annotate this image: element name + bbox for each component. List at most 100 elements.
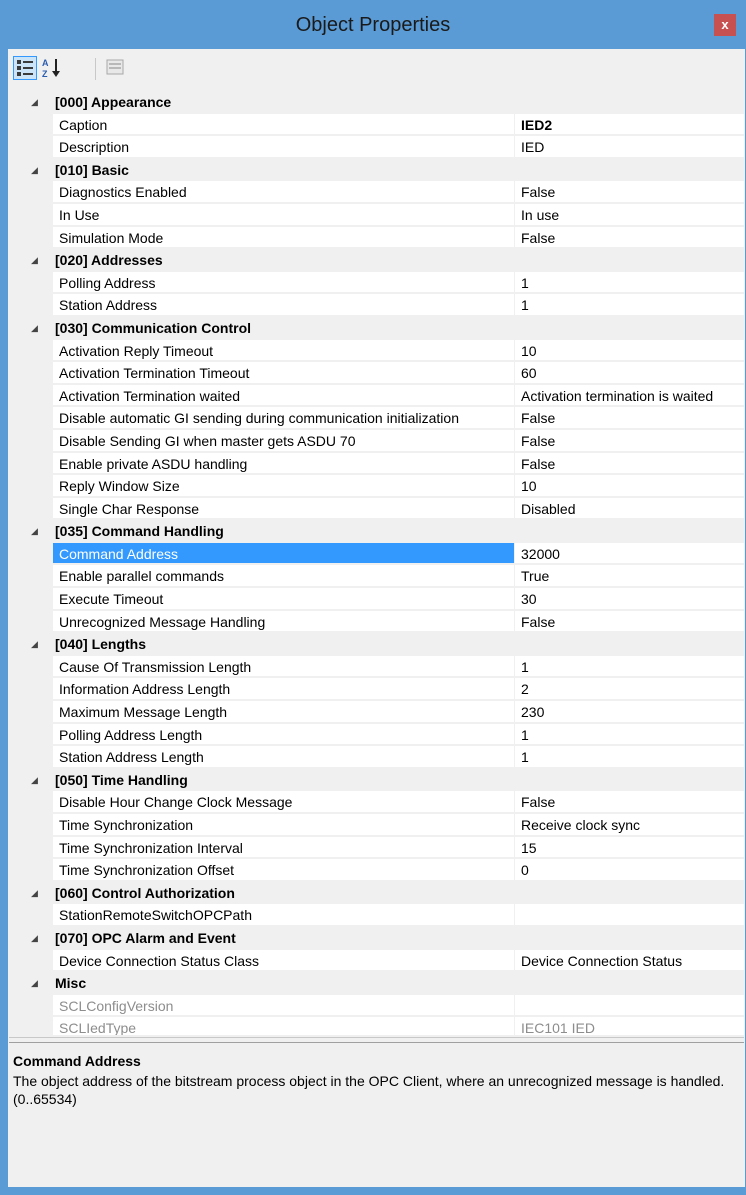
property-row[interactable]: Unrecognized Message Handling False	[9, 610, 744, 634]
property-row[interactable]: Activation Termination waited Activation …	[9, 384, 744, 408]
property-row[interactable]: Execute Timeout 30	[9, 588, 744, 611]
property-value[interactable]: In use	[515, 203, 744, 226]
property-value[interactable]: False	[515, 791, 744, 813]
property-value[interactable]: False	[515, 181, 744, 203]
collapse-triangle-icon[interactable]: ◢	[31, 769, 43, 792]
property-value[interactable]: IED	[515, 136, 744, 158]
property-value[interactable]: 1	[515, 271, 744, 294]
property-value[interactable]: IED2	[515, 113, 744, 136]
collapse-triangle-icon[interactable]: ◢	[31, 91, 43, 114]
property-name[interactable]: Disable Sending GI when master gets ASDU…	[53, 429, 514, 452]
property-value[interactable]: Device Connection Status	[515, 949, 744, 972]
property-name[interactable]: Time Synchronization Interval	[53, 836, 514, 859]
property-row[interactable]: Station Address 1	[9, 294, 744, 317]
property-row[interactable]: Enable parallel commands True	[9, 565, 744, 589]
property-row[interactable]: Time Synchronization Receive clock sync	[9, 814, 744, 837]
property-row[interactable]: Time Synchronization Interval 15	[9, 836, 744, 860]
category-row[interactable]: ◢ [010] Basic	[9, 158, 744, 182]
category-row[interactable]: ◢ [000] Appearance	[9, 91, 744, 114]
property-value[interactable]: Disabled	[515, 497, 744, 520]
category-row[interactable]: ◢ Misc	[9, 972, 744, 995]
property-value[interactable]: IEC101 IED	[515, 1017, 744, 1035]
property-row[interactable]: Diagnostics Enabled False	[9, 181, 744, 204]
property-name[interactable]: Maximum Message Length	[53, 701, 514, 723]
property-value[interactable]: 2	[515, 678, 744, 701]
property-name[interactable]: StationRemoteSwitchOPCPath	[53, 904, 514, 926]
property-row[interactable]: Description IED	[9, 136, 744, 159]
property-name[interactable]: Single Char Response	[53, 497, 514, 520]
property-value[interactable]: False	[515, 407, 744, 429]
property-name[interactable]: Activation Reply Timeout	[53, 339, 514, 362]
property-row[interactable]: Device Connection Status Class Device Con…	[9, 949, 744, 973]
category-row[interactable]: ◢ [070] OPC Alarm and Event	[9, 926, 744, 950]
property-value[interactable]	[515, 904, 744, 926]
property-row[interactable]: Simulation Mode False	[9, 226, 744, 250]
close-button[interactable]: x	[714, 14, 736, 36]
property-row[interactable]: Single Char Response Disabled	[9, 497, 744, 521]
category-row[interactable]: ◢ [020] Addresses	[9, 249, 744, 272]
property-name[interactable]: Information Address Length	[53, 678, 514, 701]
property-name[interactable]: Cause Of Transmission Length	[53, 655, 514, 678]
property-value[interactable]: Receive clock sync	[515, 814, 744, 836]
property-name[interactable]: Caption	[53, 113, 514, 136]
property-value[interactable]: 0	[515, 859, 744, 881]
property-value[interactable]: 230	[515, 701, 744, 723]
collapse-triangle-icon[interactable]: ◢	[31, 882, 43, 905]
property-row[interactable]: Disable Hour Change Clock Message False	[9, 791, 744, 814]
property-name[interactable]: Command Address	[53, 542, 514, 565]
property-value[interactable]: 10	[515, 339, 744, 362]
property-name[interactable]: SCLIedType	[53, 1017, 514, 1035]
property-name[interactable]: Diagnostics Enabled	[53, 181, 514, 203]
property-row[interactable]: Maximum Message Length 230	[9, 701, 744, 724]
property-name[interactable]: Device Connection Status Class	[53, 949, 514, 972]
collapse-triangle-icon[interactable]: ◢	[31, 520, 43, 543]
property-name[interactable]: Activation Termination Timeout	[53, 362, 514, 384]
property-name[interactable]: Reply Window Size	[53, 475, 514, 497]
property-row[interactable]: Information Address Length 2	[9, 678, 744, 702]
property-value[interactable]: 1	[515, 746, 744, 768]
property-row[interactable]: Disable Sending GI when master gets ASDU…	[9, 429, 744, 453]
property-row[interactable]: Command Address 32000	[9, 542, 744, 566]
category-row[interactable]: ◢ [050] Time Handling	[9, 768, 744, 792]
property-row[interactable]: Station Address Length 1	[9, 746, 744, 769]
property-value[interactable]: 10	[515, 475, 744, 497]
property-row[interactable]: In Use In use	[9, 203, 744, 227]
property-row[interactable]: Time Synchronization Offset 0	[9, 859, 744, 882]
property-row[interactable]: Polling Address 1	[9, 271, 744, 295]
property-value[interactable]: False	[515, 429, 744, 452]
property-value[interactable]: False	[515, 452, 744, 475]
property-name[interactable]: Execute Timeout	[53, 588, 514, 610]
property-value[interactable]: 1	[515, 294, 744, 316]
collapse-triangle-icon[interactable]: ◢	[31, 249, 43, 272]
property-row[interactable]: Reply Window Size 10	[9, 475, 744, 498]
property-name[interactable]: Simulation Mode	[53, 226, 514, 249]
property-value[interactable]: 1	[515, 655, 744, 678]
category-row[interactable]: ◢ [060] Control Authorization	[9, 881, 744, 905]
property-name[interactable]: In Use	[53, 203, 514, 226]
property-value[interactable]: 32000	[515, 542, 744, 565]
property-name[interactable]: Description	[53, 136, 514, 158]
property-name[interactable]: SCLConfigVersion	[53, 994, 514, 1017]
property-row[interactable]: SCLIedType IEC101 IED	[9, 1017, 744, 1035]
property-value[interactable]: Activation termination is waited	[515, 384, 744, 407]
property-name[interactable]: Unrecognized Message Handling	[53, 610, 514, 633]
alphabetical-sort-button[interactable]: A Z	[40, 56, 64, 80]
property-name[interactable]: Enable parallel commands	[53, 565, 514, 588]
property-row[interactable]: SCLConfigVersion	[9, 994, 744, 1018]
categorized-view-button[interactable]	[13, 56, 37, 80]
property-row[interactable]: Disable automatic GI sending during comm…	[9, 407, 744, 430]
property-name[interactable]: Enable private ASDU handling	[53, 452, 514, 475]
property-name[interactable]: Disable Hour Change Clock Message	[53, 791, 514, 813]
property-value[interactable]	[515, 994, 744, 1017]
property-value[interactable]: True	[515, 565, 744, 588]
collapse-triangle-icon[interactable]: ◢	[31, 927, 43, 950]
collapse-triangle-icon[interactable]: ◢	[31, 317, 43, 340]
property-row[interactable]: Cause Of Transmission Length 1	[9, 655, 744, 679]
property-name[interactable]: Time Synchronization Offset	[53, 859, 514, 881]
collapse-triangle-icon[interactable]: ◢	[31, 633, 43, 656]
category-row[interactable]: ◢ [035] Command Handling	[9, 520, 744, 543]
property-name[interactable]: Polling Address	[53, 271, 514, 294]
property-row[interactable]: Caption IED2	[9, 113, 744, 137]
category-row[interactable]: ◢ [030] Communication Control	[9, 316, 744, 340]
category-row[interactable]: ◢ [040] Lengths	[9, 633, 744, 656]
